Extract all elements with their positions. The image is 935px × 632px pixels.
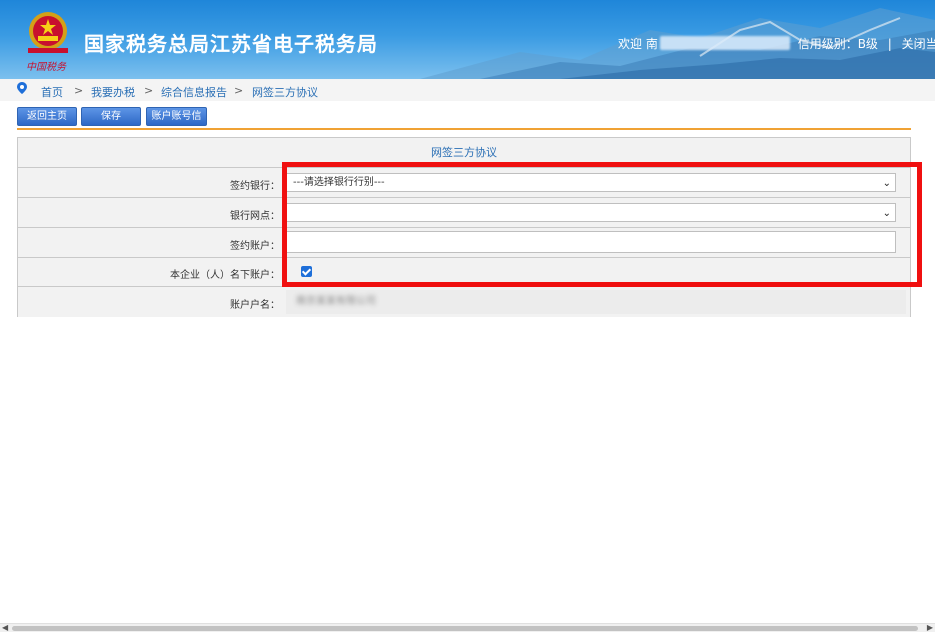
credit-value: B级 — [857, 37, 878, 51]
account-name-row: 账户户名： 南京某某有限公司 — [18, 287, 910, 317]
breadcrumb: 首页 > 我要办税 > 综合信息报告 > 网签三方协议 — [0, 79, 935, 101]
horizontal-scrollbar[interactable]: ◀ ▶ — [0, 623, 935, 632]
welcome-text: 欢迎 — [618, 37, 643, 51]
account-info-button[interactable]: 账户账号信息 — [146, 107, 207, 139]
breadcrumb-separator: > — [234, 84, 244, 97]
scroll-right-icon[interactable]: ▶ — [927, 623, 933, 632]
highlight-box — [282, 162, 922, 287]
location-pin-icon — [17, 82, 27, 94]
national-emblem-icon — [28, 12, 68, 53]
account-label: 签约账户： — [230, 241, 280, 252]
account-name-label: 账户户名： — [230, 300, 280, 311]
save-button[interactable]: 保存 — [81, 107, 141, 126]
breadcrumb-info-report[interactable]: 综合信息报告 — [161, 84, 227, 100]
branch-label: 银行网点： — [230, 211, 280, 222]
site-title: 国家税务总局江苏省电子税务局 — [84, 32, 378, 56]
back-home-button[interactable]: 返回主页 — [17, 107, 77, 126]
breadcrumb-current[interactable]: 网签三方协议 — [252, 84, 318, 100]
breadcrumb-tax-handling[interactable]: 我要办税 — [91, 84, 135, 100]
scrollbar-thumb[interactable] — [12, 626, 918, 631]
user-name-initial: 南 — [645, 37, 658, 51]
breadcrumb-separator: > — [74, 84, 84, 97]
close-page-link[interactable]: 关闭当页 — [902, 37, 935, 51]
account-name-text: 南京某某有限公司 — [296, 296, 376, 307]
slogan-text: 中国税务 — [26, 62, 66, 73]
user-name-redacted — [659, 36, 790, 50]
account-name-value: 南京某某有限公司 — [286, 290, 906, 314]
scroll-left-icon[interactable]: ◀ — [2, 623, 8, 632]
site-header: 中国税务 国家税务总局江苏省电子税务局 欢迎 南 信用级别：B级 | 关闭当页 — [0, 0, 935, 79]
user-bar: 欢迎 南 信用级别：B级 | 关闭当页 — [618, 35, 935, 52]
own-account-label: 本企业（人）名下账户： — [170, 270, 280, 281]
breadcrumb-home[interactable]: 首页 — [41, 84, 63, 100]
credit-label: 信用级别： — [797, 37, 858, 51]
divider-line — [17, 128, 911, 130]
account-name-field: 南京某某有限公司 — [286, 290, 906, 314]
breadcrumb-separator: > — [144, 84, 154, 97]
bank-label: 签约银行： — [230, 181, 280, 192]
